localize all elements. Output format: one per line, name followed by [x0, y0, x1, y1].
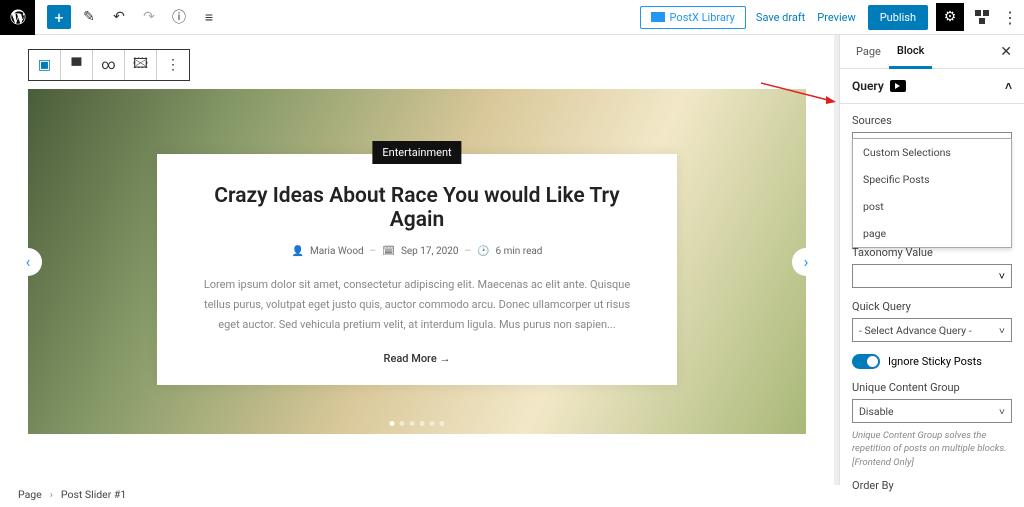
image-icon[interactable]: 🖾	[125, 50, 157, 80]
quick-query-select[interactable]: - Select Advance Query - ˅	[852, 318, 1012, 342]
editor-canvas: ▣ ▀ ∞ 🖾 ⋮ ‹ › Entertainment Crazy Ideas …	[0, 35, 834, 485]
slider-card: Entertainment Crazy Ideas About Race You…	[157, 154, 677, 385]
ignore-sticky-toggle-row: Ignore Sticky Posts	[852, 354, 1012, 369]
quick-query-field: Quick Query - Select Advance Query - ˅	[852, 300, 1012, 342]
author-icon: 👤	[292, 246, 304, 257]
chevron-up-icon: ˄	[1005, 79, 1012, 93]
align-icon[interactable]: ▀	[61, 50, 93, 80]
tab-block[interactable]: Block	[889, 35, 932, 69]
slider-dots[interactable]	[390, 421, 445, 426]
post-meta: 👤 Maria Wood – 🗓 Sep 17, 2020 – 🕑 6 min …	[192, 246, 642, 257]
block-nav-icon[interactable]	[968, 3, 996, 31]
unique-content-group-field: Unique Content Group Disable ˅	[852, 381, 1012, 423]
breadcrumb-item[interactable]: Post Slider #1	[61, 488, 126, 501]
info-icon[interactable]: ⓘ	[167, 5, 191, 29]
postx-icon	[651, 12, 665, 22]
unique-content-group-help: Unique Content Group solves the repetiti…	[852, 429, 1012, 469]
ignore-sticky-label: Ignore Sticky Posts	[888, 355, 982, 368]
post-category-badge[interactable]: Entertainment	[372, 141, 461, 164]
post-excerpt: Lorem ipsum dolor sit amet, consectetur …	[192, 275, 642, 334]
post-slider[interactable]: ‹ › Entertainment Crazy Ideas About Race…	[28, 89, 806, 434]
post-date: Sep 17, 2020	[401, 246, 459, 257]
clock-icon: 🕑	[477, 246, 489, 257]
video-help-icon[interactable]	[890, 80, 906, 92]
tab-page[interactable]: Page	[848, 36, 889, 67]
breadcrumb: Page › Post Slider #1	[0, 485, 144, 503]
save-draft-button[interactable]: Save draft	[756, 11, 805, 24]
block-type-icon[interactable]: ▣	[29, 50, 61, 80]
quick-query-label: Quick Query	[852, 300, 1012, 313]
query-section-label: Query	[852, 79, 884, 93]
unique-content-group-select[interactable]: Disable ˅	[852, 399, 1012, 423]
add-block-button[interactable]: +	[47, 5, 71, 29]
undo-icon[interactable]: ↶	[107, 5, 131, 29]
chevron-down-icon: ˅	[999, 270, 1005, 283]
sidebar-tabs: Page Block ✕	[840, 35, 1024, 69]
close-sidebar-button[interactable]: ✕	[996, 40, 1016, 64]
sources-dropdown: Custom Selections Specific Posts post pa…	[852, 138, 1012, 248]
postx-library-button[interactable]: PostX Library	[640, 6, 746, 29]
editor-topbar: + ✎ ↶ ↷ ⓘ ≡ PostX Library Save draft Pre…	[0, 0, 1024, 35]
preview-button[interactable]: Preview	[817, 11, 855, 24]
sources-field: Sources post ˄ Custom Selections Specifi…	[852, 114, 1012, 156]
postx-library-label: PostX Library	[670, 11, 735, 24]
link-icon[interactable]: ∞	[93, 50, 125, 80]
calendar-icon: 🗓	[382, 246, 395, 257]
dropdown-option[interactable]: post	[853, 193, 1011, 220]
list-view-icon[interactable]: ≡	[197, 5, 221, 29]
slider-prev-button[interactable]: ‹	[14, 248, 42, 276]
settings-gear-button[interactable]: ⚙	[936, 3, 964, 31]
ignore-sticky-toggle[interactable]	[852, 354, 880, 369]
post-author[interactable]: Maria Wood	[310, 246, 364, 257]
taxonomy-value-select[interactable]: ˅	[852, 264, 1012, 288]
unique-content-group-value: Disable	[859, 405, 894, 418]
wordpress-logo[interactable]	[0, 0, 35, 35]
dropdown-option[interactable]: Custom Selections	[853, 139, 1011, 166]
read-more-button[interactable]: Read More →	[192, 352, 642, 365]
edit-icon[interactable]: ✎	[77, 5, 101, 29]
dropdown-option[interactable]: page	[853, 220, 1011, 247]
block-sidebar: Page Block ✕ Query ˄ Sources post ˄ Cust…	[839, 35, 1024, 485]
block-more-icon[interactable]: ⋮	[157, 50, 189, 80]
chevron-down-icon: ˅	[999, 405, 1005, 418]
query-section-header[interactable]: Query ˄	[840, 69, 1024, 104]
chevron-down-icon: ˅	[999, 324, 1005, 337]
quick-query-value: - Select Advance Query -	[859, 324, 972, 337]
post-title[interactable]: Crazy Ideas About Race You would Like Tr…	[192, 184, 642, 232]
unique-content-group-label: Unique Content Group	[852, 381, 1012, 394]
sources-label: Sources	[852, 114, 1012, 127]
block-toolbar: ▣ ▀ ∞ 🖾 ⋮	[28, 49, 190, 81]
post-read-time: 6 min read	[495, 246, 542, 257]
redo-icon[interactable]: ↷	[137, 5, 161, 29]
publish-button[interactable]: Publish	[868, 5, 928, 30]
taxonomy-value-field: Taxonomy Value ˅	[852, 246, 1012, 288]
order-by-label: Order By	[852, 479, 1012, 492]
dropdown-option[interactable]: Specific Posts	[853, 166, 1011, 193]
breadcrumb-root[interactable]: Page	[18, 488, 42, 501]
slider-next-button[interactable]: ›	[792, 248, 820, 276]
more-options-button[interactable]: ⋮	[1000, 3, 1020, 31]
chevron-right-icon: ›	[50, 488, 53, 501]
